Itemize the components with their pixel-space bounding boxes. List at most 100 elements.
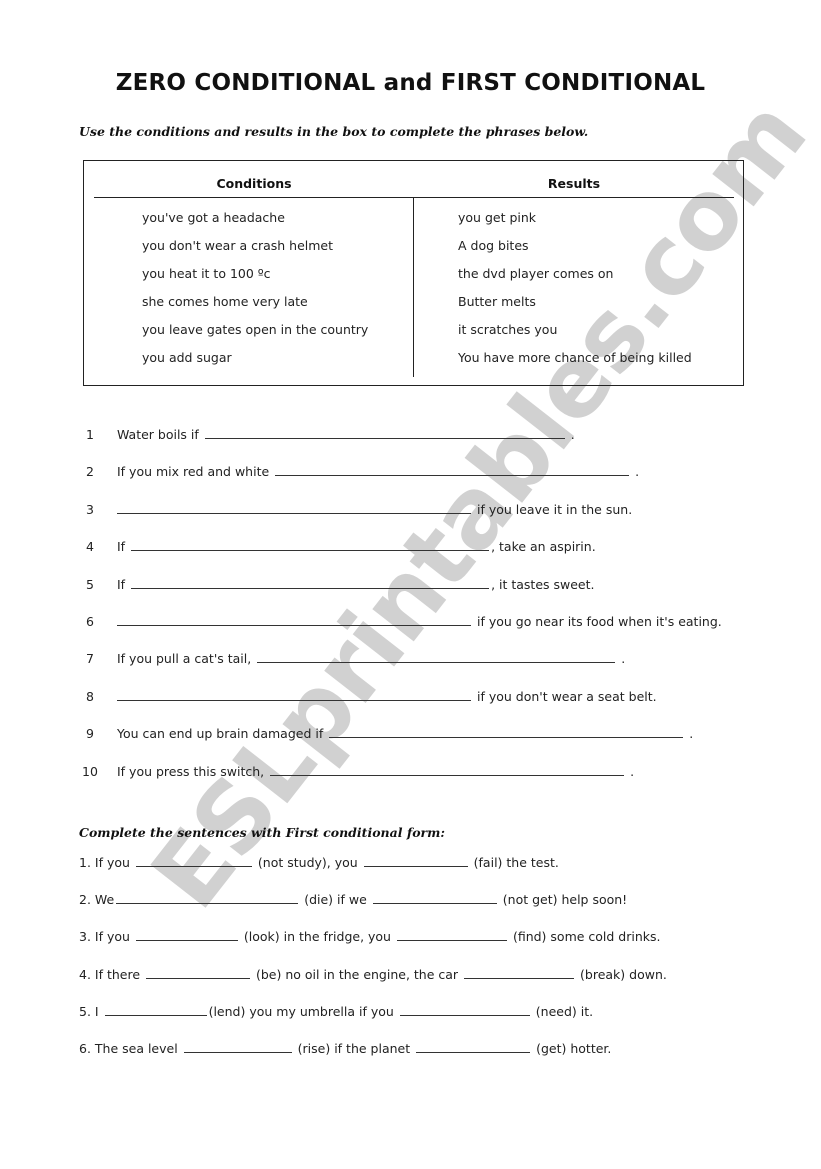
answer-blank[interactable] — [204, 426, 565, 439]
answer-blank[interactable] — [116, 613, 471, 626]
condition-item: she comes home very late — [142, 294, 308, 309]
item-text-after: if you leave it in the sun. — [476, 502, 633, 517]
item-number: 3 — [86, 502, 94, 517]
answer-blank[interactable] — [329, 725, 684, 738]
item-number: 1 — [86, 427, 94, 442]
exercise-1-item: 2 If you mix red and white . — [86, 463, 639, 481]
result-item: Butter melts — [458, 294, 536, 309]
exercise-2-item: 4. If there (be) no oil in the engine, t… — [79, 966, 667, 984]
condition-item: you don't wear a crash helmet — [142, 238, 334, 253]
result-item: A dog bites — [458, 238, 529, 253]
item-text-after: . — [635, 464, 640, 479]
column-divider — [413, 197, 414, 377]
conditions-list: you've got a headache you don't wear a c… — [142, 209, 368, 377]
result-item: You have more chance of being killed — [458, 350, 692, 365]
exercise-2-item: 1. If you (not study), you (fail) the te… — [79, 854, 559, 872]
answer-blank[interactable] — [183, 1040, 292, 1053]
instructions-part-2: Complete the sentences with First condit… — [79, 825, 445, 840]
item-text-b: (lend) you my umbrella if you — [208, 1004, 394, 1019]
answer-blank[interactable] — [131, 576, 490, 589]
answer-blank[interactable] — [116, 501, 471, 514]
exercise-1-item: 8 if you don't wear a seat belt. — [86, 688, 657, 706]
item-text-before: If you mix red and white — [116, 464, 270, 479]
item-text-after: , take an aspirin. — [491, 539, 596, 554]
item-text-c: (not get) help soon! — [502, 892, 628, 907]
answer-blank[interactable] — [135, 854, 252, 867]
exercise-1-item: 4 If , take an aspirin. — [86, 538, 596, 556]
results-header: Results — [547, 176, 601, 191]
exercise-1-item: 6 if you go near its food when it's eati… — [86, 613, 722, 631]
answer-blank[interactable] — [275, 463, 630, 476]
item-text-before: You can end up brain damaged if — [116, 726, 324, 741]
item-number: 6 — [86, 614, 94, 629]
answer-blank[interactable] — [116, 891, 299, 904]
answer-blank[interactable] — [135, 928, 238, 941]
item-text-a: 5. I — [79, 1004, 99, 1019]
item-number: 9 — [86, 726, 94, 741]
answer-blank[interactable] — [464, 966, 575, 979]
item-text-after: . — [621, 651, 626, 666]
item-text-a: 1. If you — [79, 855, 130, 870]
item-text-c: (get) hotter. — [536, 1041, 612, 1056]
item-text-a: 2. We — [79, 892, 115, 907]
answer-blank[interactable] — [257, 650, 616, 663]
exercise-1-item: 3 if you leave it in the sun. — [86, 501, 632, 519]
item-text-b: (rise) if the planet — [297, 1041, 411, 1056]
item-text-after: . — [689, 726, 694, 741]
exercise-1-item: 10 If you press this switch, . — [82, 763, 635, 781]
item-number: 7 — [86, 651, 94, 666]
answer-blank[interactable] — [116, 688, 471, 701]
item-text-b: (look) in the fridge, you — [243, 929, 391, 944]
conditions-header: Conditions — [216, 176, 292, 191]
item-text-b: (be) no oil in the engine, the car — [256, 967, 459, 982]
item-text-before: If — [116, 539, 126, 554]
answer-blank[interactable] — [270, 763, 625, 776]
answer-blank[interactable] — [104, 1003, 207, 1016]
answer-blank[interactable] — [372, 891, 497, 904]
item-text-before: If you pull a cat's tail, — [116, 651, 252, 666]
exercise-2-item: 6. The sea level (rise) if the planet (g… — [79, 1040, 611, 1058]
condition-item: you add sugar — [142, 350, 232, 365]
result-item: you get pink — [458, 210, 537, 225]
exercise-2-item: 3. If you (look) in the fridge, you (fin… — [79, 928, 661, 946]
item-text-before: If you press this switch, — [116, 764, 265, 779]
result-item: it scratches you — [458, 322, 558, 337]
worksheet-page: ESLprintables.com ZERO CONDITIONAL and F… — [0, 0, 821, 1169]
item-text-c: (break) down. — [580, 967, 667, 982]
condition-item: you've got a headache — [142, 210, 285, 225]
answer-blank[interactable] — [131, 538, 490, 551]
item-number: 10 — [82, 764, 98, 779]
instructions-part-1: Use the conditions and results in the bo… — [79, 124, 589, 139]
item-text-before: If — [116, 577, 126, 592]
item-text-after: . — [630, 764, 635, 779]
answer-blank[interactable] — [146, 966, 251, 979]
item-number: 2 — [86, 464, 94, 479]
item-text-before: Water boils if — [116, 427, 199, 442]
exercise-1-item: 5 If , it tastes sweet. — [86, 576, 595, 594]
item-number: 4 — [86, 539, 94, 554]
item-text-a: 3. If you — [79, 929, 130, 944]
result-item: the dvd player comes on — [458, 266, 614, 281]
item-text-c: (find) some cold drinks. — [512, 929, 661, 944]
answer-blank[interactable] — [363, 854, 468, 867]
item-text-c: (fail) the test. — [473, 855, 559, 870]
answer-blank[interactable] — [399, 1003, 530, 1016]
item-text-after: , it tastes sweet. — [491, 577, 595, 592]
item-text-a: 4. If there — [79, 967, 141, 982]
exercise-1-item: 9 You can end up brain damaged if . — [86, 725, 693, 743]
item-number: 5 — [86, 577, 94, 592]
condition-item: you heat it to 100 ºc — [142, 266, 271, 281]
header-divider — [94, 197, 734, 198]
exercise-1-item: 1 Water boils if . — [86, 426, 575, 444]
item-text-a: 6. The sea level — [79, 1041, 178, 1056]
exercise-2-item: 2. We (die) if we (not get) help soon! — [79, 891, 627, 909]
item-text-c: (need) it. — [535, 1004, 594, 1019]
exercise-1-item: 7 If you pull a cat's tail, . — [86, 650, 625, 668]
answer-blank[interactable] — [416, 1040, 531, 1053]
conditions-results-box: Conditions Results you've got a headache… — [83, 160, 744, 386]
page-title: ZERO CONDITIONAL and FIRST CONDITIONAL — [115, 70, 706, 96]
answer-blank[interactable] — [396, 928, 507, 941]
item-text-after: if you go near its food when it's eating… — [476, 614, 722, 629]
item-text-after: . — [570, 427, 575, 442]
exercise-2-item: 5. I (lend) you my umbrella if you (need… — [79, 1003, 593, 1021]
